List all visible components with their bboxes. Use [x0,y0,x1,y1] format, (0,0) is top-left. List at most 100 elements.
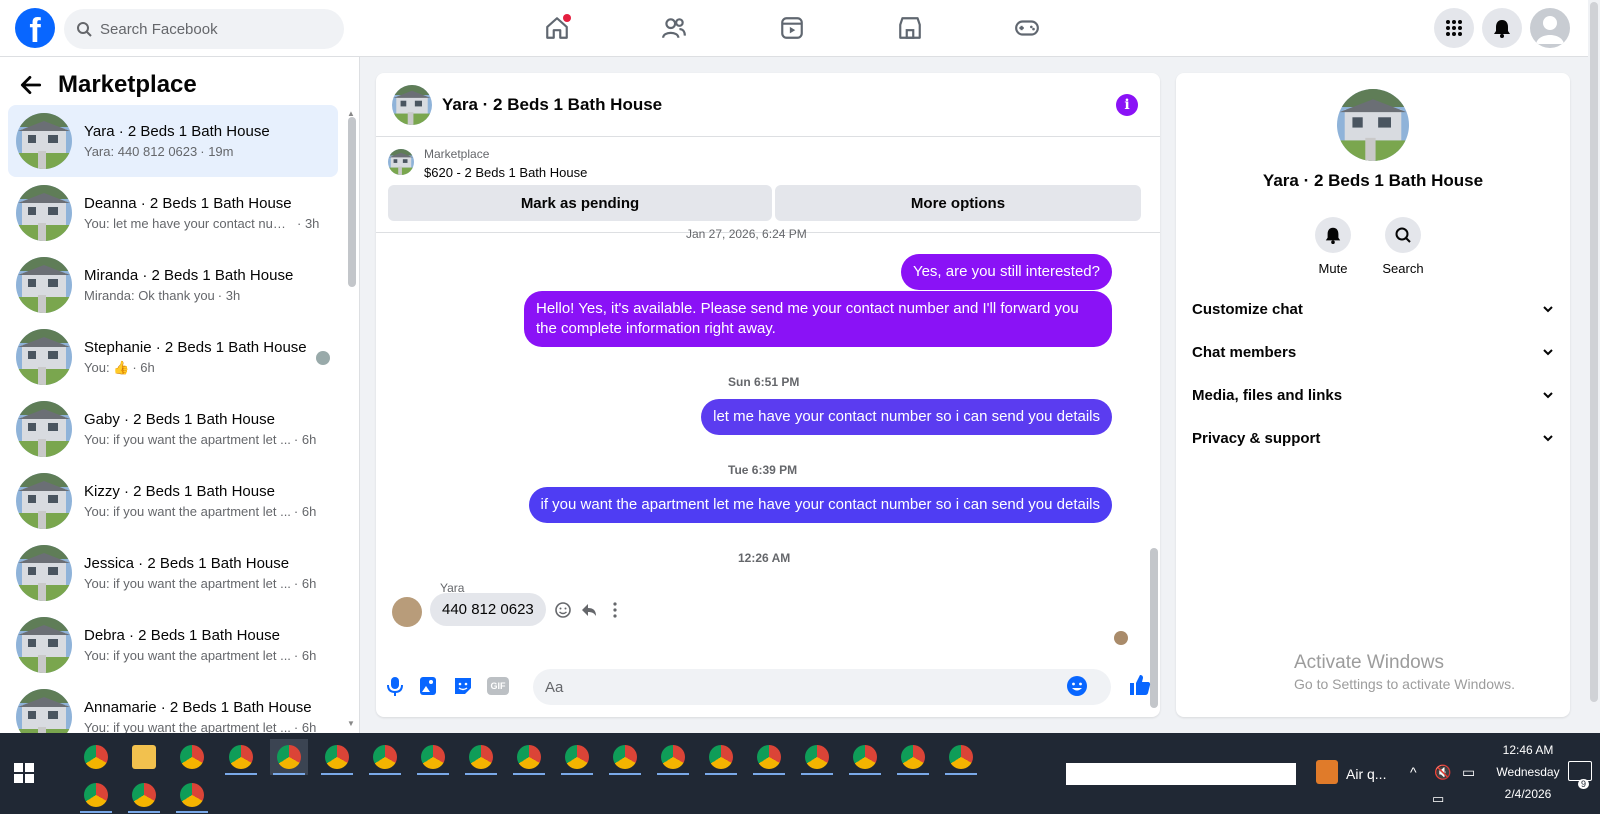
marketplace-nav-button[interactable] [894,12,926,44]
like-thumbs-up-icon[interactable] [1128,673,1152,697]
info-conversation-name: Yara · 2 Beds 1 Bath House [1262,171,1484,190]
search-input[interactable] [100,20,320,38]
received-message[interactable]: 440 812 0623 [430,593,546,626]
mark-as-pending-button[interactable]: Mark as pending [388,185,772,221]
profile-avatar[interactable] [1530,8,1570,48]
page-scrollbar[interactable] [1588,0,1600,733]
conversation-item[interactable]: Debra · 2 Beds 1 Bath House You: if you w… [8,609,338,681]
taskbar-address-input[interactable] [1066,763,1296,785]
menu-grid-icon [1446,20,1462,36]
microphone-icon[interactable] [384,675,406,697]
browser-taskbar-icon[interactable] [942,739,980,775]
browser-taskbar-icon[interactable] [173,777,211,813]
browser-taskbar-icon[interactable] [846,739,884,775]
conversation-text: Yara · 2 Beds 1 Bath House Yara: 440 812 … [84,123,338,159]
sender-avatar[interactable] [392,597,422,627]
show-hidden-icons-chevron-icon[interactable]: ^ [1410,764,1417,780]
browser-taskbar-icon[interactable] [366,739,404,775]
browser-taskbar-icon[interactable] [222,739,260,775]
listing-thumbnail[interactable] [388,149,414,175]
browser-taskbar-icon[interactable] [270,739,308,775]
clock-date[interactable]: 2/4/2026 [1488,787,1568,801]
mute-button[interactable]: Mute [1303,217,1363,276]
chat-scrollbar[interactable] [1150,238,1158,717]
menu-button[interactable] [1434,8,1474,48]
message-input[interactable] [533,669,1111,705]
weather-label[interactable]: Air q... [1346,766,1386,782]
windows-start-icon[interactable] [14,763,34,783]
info-listing-thumbnail[interactable] [1337,89,1409,161]
search-box[interactable] [64,9,344,49]
conversation-item[interactable]: Jessica · 2 Beds 1 Bath House You: if you… [8,537,338,609]
browser-taskbar-icon[interactable] [558,739,596,775]
chat-listing-thumbnail[interactable] [392,84,432,125]
volume-muted-icon[interactable]: 🔇 [1434,764,1451,781]
clock-day[interactable]: Wednesday [1480,765,1576,779]
browser-taskbar-icon[interactable] [173,739,211,775]
clock-time[interactable]: 12:46 AM [1488,743,1568,757]
video-nav-button[interactable] [776,12,808,44]
facebook-logo[interactable]: f [15,8,55,48]
browser-taskbar-icon[interactable] [462,739,500,775]
browser-taskbar-icon[interactable] [606,739,644,775]
chat-title[interactable]: Yara · 2 Beds 1 Bath House [442,95,662,115]
seen-indicator-avatar [316,351,330,365]
preview-time: · 6h [293,432,317,447]
notification-center-icon[interactable] [1568,761,1592,781]
customize-chat-row[interactable]: Customize chat [1192,289,1554,329]
more-actions-icon[interactable] [606,601,624,619]
conversation-item[interactable]: Stephanie · 2 Beds 1 Bath House You: 👍 · 6… [8,321,338,393]
browser-taskbar-icon[interactable] [702,739,740,775]
sticker-icon[interactable] [452,675,474,697]
browser-taskbar-icon[interactable] [318,739,356,775]
more-options-button[interactable]: More options [775,185,1141,221]
reply-icon[interactable] [580,601,598,619]
gif-icon[interactable]: GIF [487,677,509,695]
conversation-item[interactable]: Deanna · 2 Beds 1 Bath House You: let me … [8,177,338,249]
gaming-nav-button[interactable] [1011,12,1043,44]
browser-taskbar-icon[interactable] [414,739,452,775]
preview-time: · 6h [293,504,317,519]
page-scrollbar-thumb[interactable] [1590,2,1598,702]
chat-members-row[interactable]: Chat members [1192,332,1554,372]
browser-taskbar-icon[interactable] [125,777,163,813]
browser-taskbar-icon[interactable] [510,739,548,775]
sent-message[interactable]: if you want the apartment let me have yo… [528,487,1112,523]
home-nav-button[interactable] [541,12,573,44]
conversation-name: Debra · 2 Beds 1 Bath House [84,627,280,644]
browser-taskbar-icon[interactable] [654,739,692,775]
file-explorer-taskbar-icon[interactable] [125,739,163,775]
sidebar-scrollbar[interactable] [348,117,356,287]
notifications-button[interactable] [1482,8,1522,48]
sent-message[interactable]: let me have your contact number so i can… [701,399,1112,435]
emoji-icon[interactable] [1066,675,1088,697]
media-files-links-row[interactable]: Media, files and links [1192,375,1554,415]
conversation-preview: You: if you want the apartment let ... · … [84,648,338,663]
conversation-thumbnail [16,185,72,241]
back-arrow-icon[interactable] [18,72,44,98]
browser-taskbar-icon[interactable] [750,739,788,775]
friends-nav-button[interactable] [658,12,690,44]
conversation-item[interactable]: Miranda · 2 Beds 1 Bath House Miranda: Ok… [8,249,338,321]
conversation-item[interactable]: Gaby · 2 Beds 1 Bath House You: if you wa… [8,393,338,465]
conversation-item[interactable]: Annamarie · 2 Beds 1 Bath House You: if y… [8,681,338,733]
sent-message[interactable]: Yes, are you still interested? [900,254,1112,290]
camera-icon[interactable]: ▭ [1462,764,1475,781]
listing-price-title[interactable]: $620 - 2 Beds 1 Bath House [424,165,587,180]
browser-taskbar-icon[interactable] [77,777,115,813]
scroll-down-arrow-icon[interactable]: ▼ [347,719,355,728]
browser-taskbar-icon[interactable] [77,739,115,775]
browser-taskbar-icon[interactable] [894,739,932,775]
sent-message[interactable]: Hello! Yes, it's available. Please send … [524,291,1112,347]
info-icon[interactable]: i [1116,94,1138,116]
react-emoji-icon[interactable] [554,601,572,619]
preview-time: · 3h [297,216,320,231]
browser-taskbar-icon[interactable] [798,739,836,775]
search-conversation-button[interactable]: Search [1373,217,1433,276]
conversation-item[interactable]: Yara · 2 Beds 1 Bath House Yara: 440 812 … [8,105,338,177]
conversation-item[interactable]: Kizzy · 2 Beds 1 Bath House You: if you w… [8,465,338,537]
network-icon[interactable]: ▭ [1432,791,1444,807]
search-icon [77,22,92,37]
photo-icon[interactable] [417,675,439,697]
privacy-support-row[interactable]: Privacy & support [1192,418,1554,458]
